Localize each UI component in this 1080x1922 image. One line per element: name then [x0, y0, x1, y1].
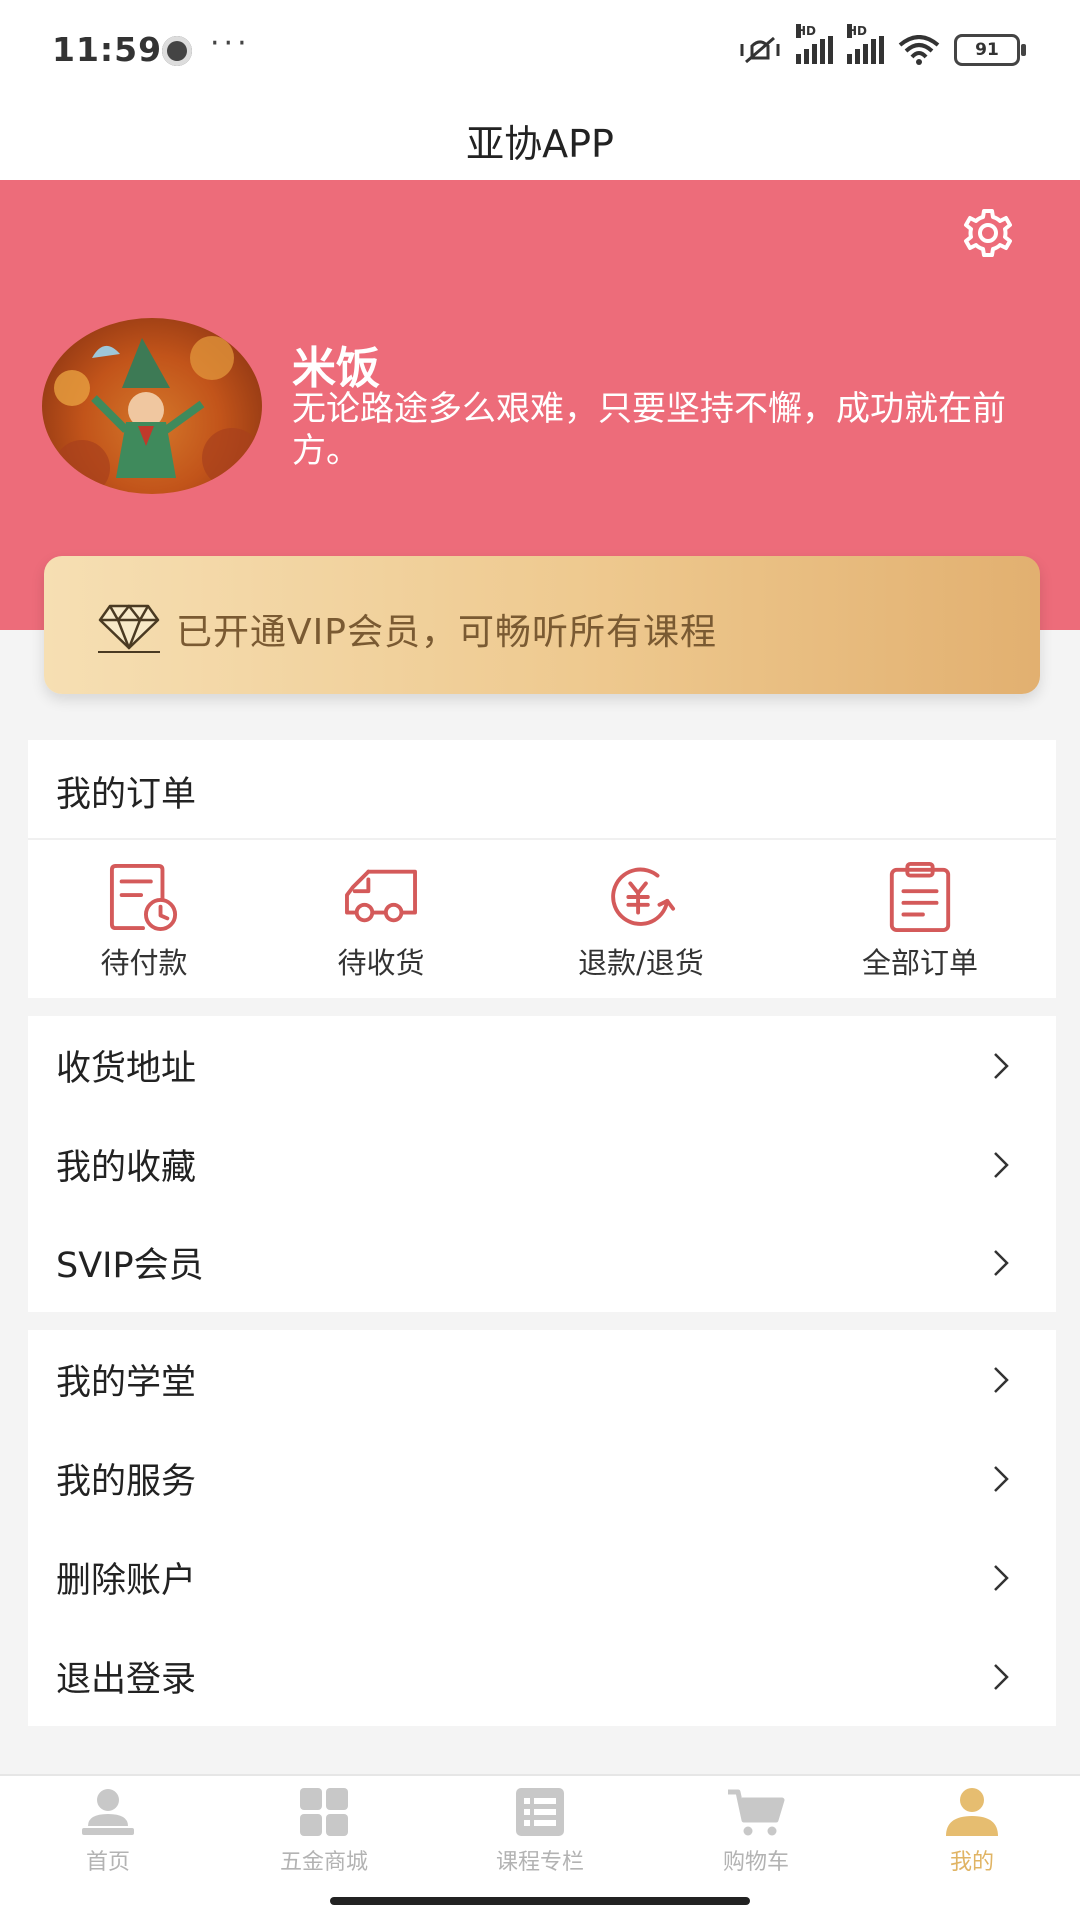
- menu-item-svip[interactable]: SVIP会员: [28, 1213, 1056, 1312]
- chevron-right-icon: [994, 1052, 1009, 1079]
- user-name: 米饭: [292, 343, 380, 394]
- orders-title: 我的订单: [56, 775, 197, 815]
- chevron-right-icon: [994, 1151, 1009, 1178]
- menu-item-favorites[interactable]: 我的收藏: [28, 1115, 1056, 1214]
- nav-tab-hardware-mall[interactable]: 五金商城: [234, 1786, 414, 1886]
- clipboard-icon: [889, 862, 951, 932]
- nav-tab-mine[interactable]: 我的: [882, 1786, 1062, 1886]
- order-label: 退款/退货: [578, 946, 704, 980]
- diamond-icon: [98, 604, 160, 653]
- menu-item-label: 我的收藏: [56, 1148, 197, 1188]
- page-title: 亚协APP: [466, 121, 614, 166]
- menu-item-label: 收货地址: [56, 1049, 197, 1089]
- chevron-right-icon: [994, 1366, 1009, 1393]
- signal-2-icon: HD: [847, 24, 884, 64]
- user-motto: 无论路途多么艰难，只要坚持不懈，成功就在前方。: [292, 389, 1006, 471]
- home-person-icon: [82, 1789, 134, 1835]
- chevron-right-icon: [994, 1663, 1009, 1690]
- menu-item-label: 我的服务: [56, 1462, 197, 1502]
- list-icon: [516, 1788, 564, 1836]
- nav-label: 首页: [85, 1850, 130, 1875]
- grid-icon: [300, 1788, 348, 1836]
- nav-label: 课程专栏: [495, 1850, 584, 1875]
- chevron-right-icon: [994, 1564, 1009, 1591]
- menu-item-label: 我的学堂: [56, 1363, 197, 1403]
- order-label: 待付款: [100, 946, 188, 980]
- app-header: 亚协APP: [0, 100, 1080, 180]
- cart-icon: [728, 1789, 785, 1836]
- menu-item-services[interactable]: 我的服务: [28, 1429, 1056, 1528]
- profile-icon: [946, 1788, 998, 1836]
- gear-icon[interactable]: [960, 205, 1016, 261]
- menu-item-label: 删除账户: [56, 1561, 197, 1601]
- order-label: 待收货: [337, 946, 425, 980]
- nav-label: 购物车: [722, 1850, 789, 1875]
- menu-item-address[interactable]: 收货地址: [28, 1016, 1056, 1115]
- divider: [28, 838, 1056, 840]
- pending-payment-icon: [109, 863, 178, 932]
- signal-1-icon: HD: [796, 24, 833, 64]
- avatar[interactable]: [42, 318, 262, 494]
- order-refund[interactable]: 退款/退货: [541, 862, 741, 982]
- status-time: 11:59: [52, 30, 163, 69]
- menu-item-label: SVIP会员: [56, 1246, 204, 1286]
- vip-status-text: 已开通VIP会员，可畅听所有课程: [176, 612, 717, 653]
- chevron-right-icon: [994, 1465, 1009, 1492]
- nav-tab-courses[interactable]: 课程专栏: [450, 1786, 630, 1886]
- menu-item-academy[interactable]: 我的学堂: [28, 1330, 1056, 1429]
- refund-icon: [611, 867, 676, 926]
- nav-label: 五金商城: [279, 1850, 368, 1875]
- order-awaiting-delivery[interactable]: 待收货: [281, 862, 481, 982]
- wifi-icon: [898, 35, 940, 65]
- mute-vibrate-icon: [740, 36, 780, 64]
- nav-tab-home[interactable]: 首页: [18, 1786, 198, 1886]
- chevron-right-icon: [994, 1249, 1009, 1276]
- home-indicator[interactable]: [330, 1897, 750, 1905]
- menu-item-label: 退出登录: [56, 1660, 197, 1700]
- order-label: 全部订单: [861, 946, 978, 980]
- more-notifications-icon: ···: [210, 26, 251, 61]
- menu-item-delete-account[interactable]: 删除账户: [28, 1528, 1056, 1627]
- nav-label: 我的: [949, 1850, 994, 1875]
- notification-dot-icon: [162, 36, 192, 66]
- nav-tab-cart[interactable]: 购物车: [666, 1786, 846, 1886]
- delivery-truck-icon: [345, 869, 417, 923]
- order-pending-payment[interactable]: 待付款: [44, 862, 244, 982]
- battery-icon: 91: [954, 34, 1026, 66]
- menu-item-logout[interactable]: 退出登录: [28, 1627, 1056, 1726]
- order-all[interactable]: 全部订单: [820, 862, 1020, 982]
- status-icons: HD HD 91: [738, 24, 1026, 70]
